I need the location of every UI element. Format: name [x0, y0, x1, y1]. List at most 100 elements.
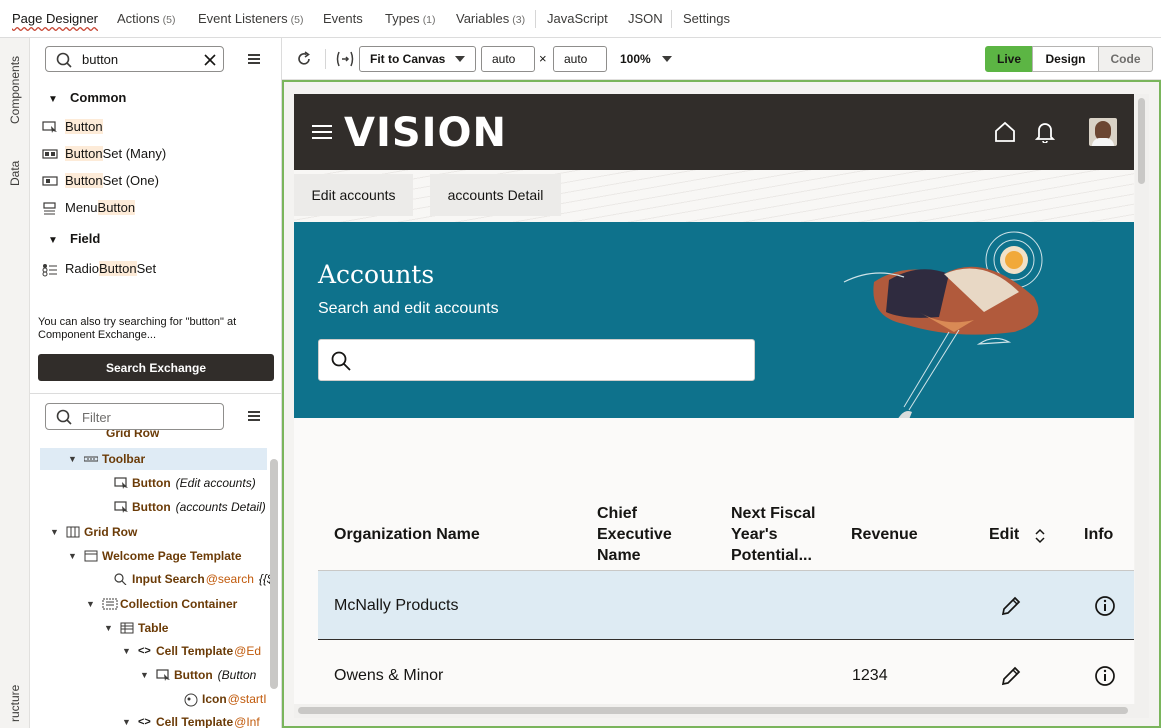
- tab-json[interactable]: JSON: [628, 11, 663, 26]
- zoom-select[interactable]: 100%: [620, 52, 651, 66]
- hamburger-icon[interactable]: [248, 54, 260, 64]
- info-icon[interactable]: [1094, 665, 1116, 687]
- info-icon[interactable]: [1094, 595, 1116, 617]
- button-icon: [114, 501, 128, 513]
- toolbar-icon: [83, 453, 99, 465]
- chevron-down-icon: ▼: [48, 235, 58, 246]
- component-radio-button-set[interactable]: Radio Button Set: [42, 261, 156, 276]
- structure-scrollbar[interactable]: [270, 459, 278, 689]
- template-icon: [84, 550, 98, 562]
- tree-node-table[interactable]: ▼ Table: [104, 621, 168, 635]
- chevron-down-icon: ▼: [86, 599, 95, 609]
- mode-code-button[interactable]: Code: [1098, 46, 1153, 72]
- structure-filter-input[interactable]: Filter: [45, 403, 224, 430]
- component-button-set-one[interactable]: Button Set (One): [42, 173, 159, 188]
- tab-variables[interactable]: Variables (3): [456, 11, 525, 26]
- chevron-down-icon: ▼: [50, 527, 59, 537]
- tree-node-button-detail[interactable]: Button (accounts Detail): [110, 500, 266, 514]
- col-chief-executive-name[interactable]: Chief Executive Name: [597, 503, 672, 566]
- tree-node-cell-button[interactable]: ▼ Button (Button: [140, 668, 256, 682]
- bell-icon[interactable]: [1035, 121, 1055, 143]
- canvas-vertical-scrollbar[interactable]: [1135, 94, 1149, 704]
- tree-node-grid-row[interactable]: Grid Row: [74, 430, 159, 440]
- canvas-height-input[interactable]: auto: [553, 46, 607, 72]
- tree-node-input-search[interactable]: Input Search @search {{$: [110, 572, 274, 586]
- tree-node-grid-row[interactable]: ▼ Grid Row: [50, 525, 137, 539]
- component-button-set-many[interactable]: Button Set (Many): [42, 146, 166, 161]
- tab-divider: [535, 10, 536, 28]
- hamburger-icon[interactable]: [312, 124, 332, 140]
- code-icon: <>: [138, 645, 151, 657]
- chevron-down-icon: ▼: [68, 551, 77, 561]
- component-search-input[interactable]: button: [45, 46, 224, 72]
- app-header: VISION: [294, 94, 1134, 170]
- home-icon[interactable]: [994, 121, 1016, 143]
- canvas-width-input[interactable]: auto: [481, 46, 535, 72]
- variable-icon[interactable]: [335, 51, 355, 67]
- tab-events[interactable]: Events: [323, 11, 363, 26]
- search-icon: [331, 351, 351, 371]
- refresh-icon[interactable]: [296, 51, 312, 67]
- chevron-down-icon: ▼: [48, 94, 58, 105]
- chevron-down-icon: ▼: [140, 670, 149, 680]
- exchange-hint: You can also try searching for "button" …: [38, 316, 237, 341]
- col-organization-name[interactable]: Organization Name: [334, 524, 480, 545]
- rail-tab-data[interactable]: Data: [3, 148, 27, 198]
- canvas-horizontal-scrollbar[interactable]: [294, 704, 1149, 718]
- mode-design-button[interactable]: Design: [1032, 46, 1099, 72]
- table-icon: [120, 622, 134, 634]
- chevron-down-icon: ▼: [104, 623, 113, 633]
- component-button[interactable]: Button: [42, 119, 103, 134]
- chevron-down-icon: ▼: [122, 717, 131, 727]
- tree-node-button-edit[interactable]: Button (Edit accounts): [110, 476, 256, 490]
- hamburger-icon[interactable]: [248, 411, 260, 421]
- designer-tabs: Page Designer Actions (5) Event Listeners…: [0, 0, 1161, 38]
- clear-icon[interactable]: [204, 54, 216, 66]
- edit-icon[interactable]: [1000, 595, 1022, 617]
- table-row[interactable]: McNally Products: [318, 571, 1134, 640]
- col-revenue[interactable]: Revenue: [851, 524, 918, 545]
- component-menu-button[interactable]: Menu Button: [42, 200, 136, 215]
- rail-tab-structure[interactable]: ructure: [3, 678, 27, 728]
- group-field[interactable]: ▼ Field: [48, 231, 100, 246]
- mode-live-button[interactable]: Live: [985, 46, 1033, 72]
- group-common[interactable]: ▼ Common: [48, 90, 126, 105]
- cell-org: McNally Products: [334, 597, 459, 614]
- tree-node-cell-template-info[interactable]: ▼ <> Cell Template @Inf: [122, 715, 260, 728]
- tree-node-collection-container[interactable]: ▼ Collection Container: [86, 597, 237, 611]
- col-next-fiscal-year[interactable]: Next Fiscal Year's Potential...: [731, 503, 815, 566]
- caret-down-icon[interactable]: [662, 56, 672, 62]
- cell-org: Owens & Minor: [334, 667, 444, 684]
- table-area: Organization Name Chief Executive Name N…: [294, 418, 1134, 704]
- tab-actions[interactable]: Actions (5): [117, 11, 175, 26]
- page-toolbar: Edit accounts accounts Detail: [294, 170, 1134, 222]
- page-subtitle: Search and edit accounts: [318, 300, 499, 317]
- avatar[interactable]: [1089, 118, 1117, 146]
- edit-icon[interactable]: [1000, 665, 1022, 687]
- sort-icon[interactable]: [1034, 528, 1046, 544]
- edit-accounts-button[interactable]: Edit accounts: [294, 174, 413, 216]
- accounts-detail-button[interactable]: accounts Detail: [430, 174, 561, 216]
- grid-row-icon: [66, 526, 80, 538]
- code-icon: <>: [138, 716, 151, 728]
- icon-component-icon: [184, 693, 198, 707]
- col-info[interactable]: Info: [1084, 524, 1113, 545]
- tree-node-icon[interactable]: Icon @startI: [180, 692, 267, 707]
- tab-settings[interactable]: Settings: [683, 11, 730, 26]
- grid-row-icon: [88, 430, 102, 440]
- tree-node-toolbar[interactable]: ▼ Toolbar: [68, 452, 145, 466]
- page-title: Accounts: [318, 260, 435, 289]
- tab-page-designer[interactable]: Page Designer: [12, 11, 98, 26]
- search-icon: [114, 573, 128, 586]
- account-search-input[interactable]: [318, 339, 755, 381]
- rail-tab-components[interactable]: Components: [3, 50, 27, 130]
- tree-node-cell-template-edit[interactable]: ▼ <> Cell Template @Ed: [122, 644, 261, 658]
- col-edit[interactable]: Edit: [989, 524, 1019, 545]
- fit-to-canvas-select[interactable]: Fit to Canvas: [359, 46, 476, 72]
- tab-javascript[interactable]: JavaScript: [547, 11, 608, 26]
- tree-node-welcome-template[interactable]: ▼ Welcome Page Template: [68, 549, 242, 563]
- tab-types[interactable]: Types (1): [385, 11, 436, 26]
- table-row[interactable]: Owens & Minor 1234: [318, 641, 1134, 704]
- tab-event-listeners[interactable]: Event Listeners (5): [198, 11, 303, 26]
- search-exchange-button[interactable]: Search Exchange: [38, 354, 274, 381]
